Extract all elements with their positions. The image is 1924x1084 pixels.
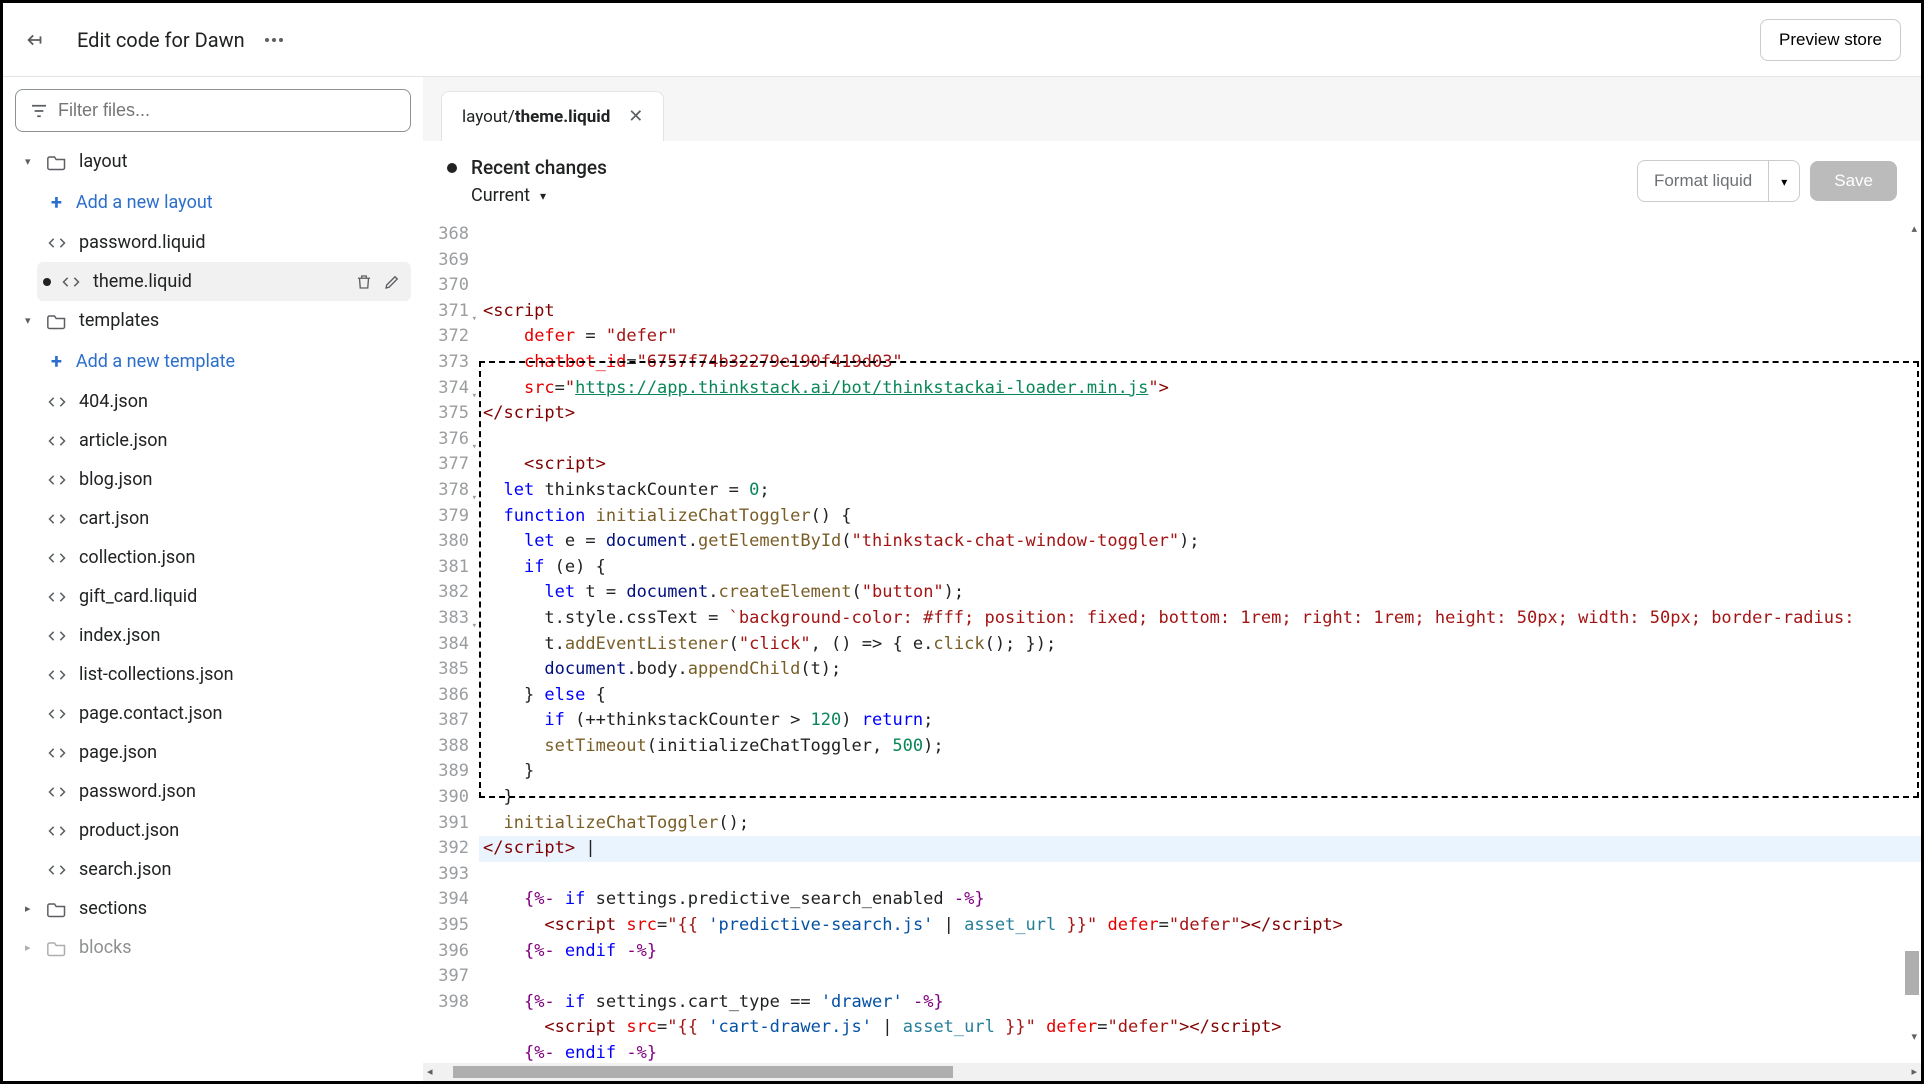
folder-icon: [47, 900, 67, 918]
code-file-icon: [47, 235, 67, 251]
chevron-down-icon: ▾: [25, 155, 39, 168]
save-button[interactable]: Save: [1810, 161, 1897, 201]
scroll-down-arrow-icon[interactable]: ▾: [1911, 1030, 1917, 1043]
code-file-icon: [47, 394, 67, 410]
chevron-down-icon: ▾: [25, 314, 39, 327]
code-file-icon: [61, 274, 81, 290]
filter-icon: [30, 104, 48, 118]
chevron-down-icon: ▾: [540, 189, 546, 203]
editor-area: layout/theme.liquid ✕ Recent changes Cur…: [423, 77, 1921, 1081]
file-item[interactable]: search.json: [37, 850, 411, 889]
code-file-icon: [47, 667, 67, 683]
scroll-right-arrow-icon[interactable]: ▸: [1911, 1065, 1917, 1078]
add-new-layout[interactable]: + Add a new layout: [37, 181, 411, 223]
file-item[interactable]: 404.json: [37, 382, 411, 421]
page-title: Edit code for Dawn: [77, 28, 245, 52]
code-file-icon: [47, 511, 67, 527]
file-item[interactable]: article.json: [37, 421, 411, 460]
file-item[interactable]: index.json: [37, 616, 411, 655]
editor-header: Recent changes Current ▾ Format liquid ▾…: [423, 141, 1921, 220]
file-tree: ▾ layout + Add a new layout password.liq…: [15, 142, 411, 967]
folder-templates[interactable]: ▾ templates: [15, 301, 411, 340]
chevron-down-icon: ▾: [1781, 175, 1787, 189]
scrollbar-thumb[interactable]: [1905, 951, 1919, 995]
horizontal-scrollbar[interactable]: ◂ ▸: [423, 1063, 1921, 1081]
vertical-scrollbar[interactable]: ▴ ▾: [1905, 220, 1919, 1045]
folder-icon: [47, 312, 67, 330]
tab-path-file: theme.liquid: [515, 107, 610, 127]
file-item[interactable]: page.json: [37, 733, 411, 772]
main-body: ▾ layout + Add a new layout password.liq…: [3, 77, 1921, 1081]
more-icon[interactable]: [265, 38, 283, 42]
file-item[interactable]: list-collections.json: [37, 655, 411, 694]
code-file-icon: [47, 550, 67, 566]
code-file-icon: [47, 706, 67, 722]
modified-dot-icon: [43, 278, 51, 286]
code-file-icon: [47, 589, 67, 605]
file-item[interactable]: product.json: [37, 811, 411, 850]
file-item[interactable]: blog.json: [37, 460, 411, 499]
folder-layout[interactable]: ▾ layout: [15, 142, 411, 181]
tab-theme-liquid[interactable]: layout/theme.liquid ✕: [441, 91, 664, 141]
folder-sections[interactable]: ▸ sections: [15, 889, 411, 928]
file-item[interactable]: page.contact.json: [37, 694, 411, 733]
file-item[interactable]: gift_card.liquid: [37, 577, 411, 616]
file-sidebar: ▾ layout + Add a new layout password.liq…: [3, 77, 423, 1081]
code-file-icon: [47, 433, 67, 449]
code-file-icon: [47, 472, 67, 488]
code-file-icon: [47, 745, 67, 761]
app-header: Edit code for Dawn Preview store: [3, 3, 1921, 77]
folder-icon: [47, 939, 67, 957]
filter-files-box[interactable]: [15, 89, 411, 132]
scroll-left-arrow-icon[interactable]: ◂: [427, 1065, 433, 1078]
file-item[interactable]: collection.json: [37, 538, 411, 577]
scrollbar-thumb[interactable]: [453, 1066, 953, 1078]
folder-label: sections: [79, 898, 147, 919]
code-file-icon: [47, 862, 67, 878]
dot-icon: [447, 163, 457, 173]
chevron-right-icon: ▸: [25, 902, 39, 915]
folder-label: blocks: [79, 937, 132, 958]
file-theme-liquid[interactable]: theme.liquid: [37, 262, 411, 301]
code-file-icon: [47, 823, 67, 839]
file-item[interactable]: cart.json: [37, 499, 411, 538]
close-icon[interactable]: ✕: [628, 106, 643, 127]
version-dropdown[interactable]: Current ▾: [471, 185, 607, 206]
chevron-right-icon: ▸: [25, 941, 39, 954]
code-file-icon: [47, 628, 67, 644]
recent-changes-label: Recent changes: [447, 156, 607, 179]
preview-store-button[interactable]: Preview store: [1760, 19, 1901, 61]
back-icon[interactable]: [23, 28, 47, 52]
format-liquid-button[interactable]: Format liquid: [1637, 160, 1769, 202]
folder-label: layout: [79, 151, 128, 172]
plus-icon: +: [51, 190, 62, 214]
file-item[interactable]: password.json: [37, 772, 411, 811]
filter-input[interactable]: [58, 100, 396, 121]
format-dropdown-button[interactable]: ▾: [1769, 160, 1800, 202]
tab-path-prefix: layout/: [462, 107, 515, 127]
folder-blocks[interactable]: ▸ blocks: [15, 928, 411, 967]
scroll-up-arrow-icon[interactable]: ▴: [1911, 222, 1917, 235]
editor-tabs: layout/theme.liquid ✕: [423, 77, 1921, 141]
code-file-icon: [47, 784, 67, 800]
folder-icon: [47, 153, 67, 171]
add-new-template[interactable]: + Add a new template: [37, 340, 411, 382]
edit-icon[interactable]: [383, 273, 401, 291]
code-editor[interactable]: 368369370371▾372373374▾375376▾377378▾379…: [423, 220, 1921, 1063]
plus-icon: +: [51, 349, 62, 373]
folder-label: templates: [79, 310, 159, 331]
delete-icon[interactable]: [355, 273, 373, 291]
file-password-liquid[interactable]: password.liquid: [37, 223, 411, 262]
